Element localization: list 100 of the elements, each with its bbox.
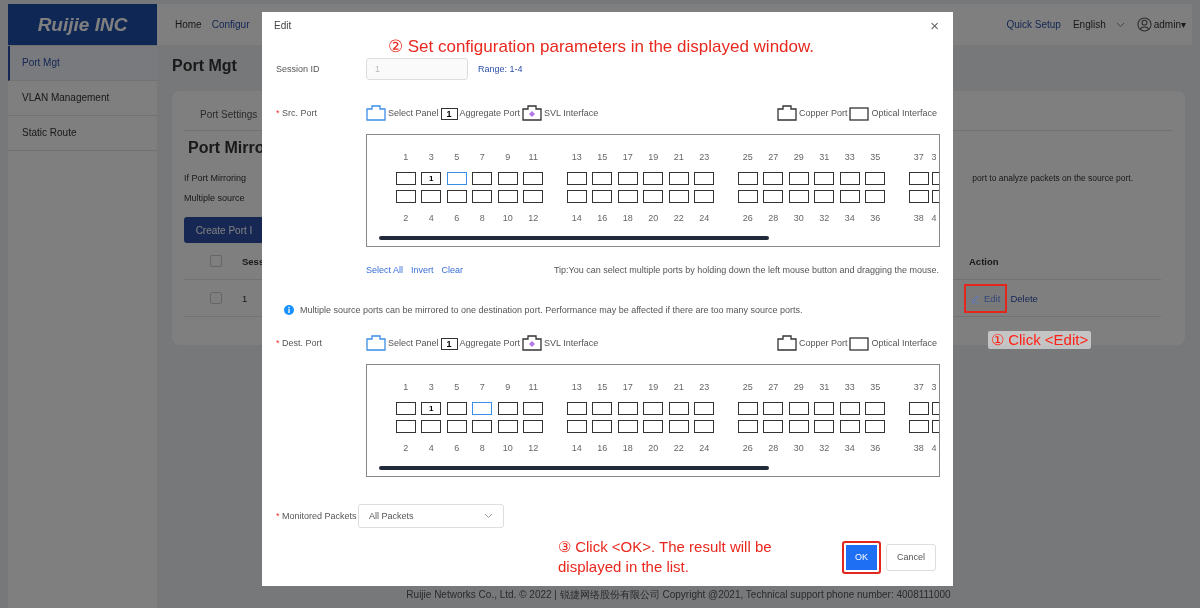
port-box[interactable] <box>788 190 809 203</box>
port-box[interactable] <box>668 190 689 203</box>
checkbox[interactable] <box>210 255 222 267</box>
port-box[interactable] <box>763 402 784 415</box>
port-box[interactable] <box>908 402 929 415</box>
port-box[interactable] <box>737 402 758 415</box>
port-box[interactable] <box>617 420 638 433</box>
nav-link[interactable]: Home <box>175 19 202 30</box>
language-select[interactable]: English <box>1072 19 1106 30</box>
port-box[interactable] <box>643 172 664 185</box>
port-box[interactable] <box>737 172 758 185</box>
port-box[interactable] <box>395 402 416 415</box>
action-link[interactable]: Delete <box>1010 292 1038 304</box>
port-box[interactable] <box>592 402 613 415</box>
port-box[interactable] <box>865 190 886 203</box>
port-box[interactable] <box>497 402 518 415</box>
port-box[interactable] <box>865 172 886 185</box>
chevron-down-icon[interactable] <box>1115 21 1125 28</box>
checkbox[interactable] <box>210 292 222 304</box>
port-box[interactable] <box>497 190 518 203</box>
port-box[interactable] <box>643 190 664 203</box>
port-box[interactable] <box>788 402 809 415</box>
port-box[interactable] <box>472 172 493 185</box>
port-box[interactable] <box>931 402 939 415</box>
port-box[interactable] <box>865 402 886 415</box>
panel-link[interactable]: Select All <box>366 265 404 275</box>
user-icon[interactable] <box>1136 17 1152 32</box>
port-box[interactable] <box>931 190 939 203</box>
port-box[interactable] <box>668 420 689 433</box>
port-box[interactable] <box>694 402 715 415</box>
port-box[interactable] <box>566 172 587 185</box>
port-box[interactable] <box>814 420 835 433</box>
port-box[interactable] <box>446 190 467 203</box>
port-box[interactable] <box>814 172 835 185</box>
port-box[interactable] <box>763 420 784 433</box>
port-box[interactable] <box>763 190 784 203</box>
port-box[interactable] <box>763 172 784 185</box>
port-box[interactable] <box>694 172 715 185</box>
port-box[interactable] <box>694 420 715 433</box>
quick-setup-link[interactable]: Quick Setup <box>1006 19 1061 30</box>
port-box[interactable] <box>523 190 544 203</box>
port-box[interactable] <box>839 172 860 185</box>
port-box[interactable] <box>839 420 860 433</box>
port-box[interactable] <box>737 190 758 203</box>
port-box[interactable]: 1 <box>421 402 442 415</box>
port-box[interactable] <box>908 172 929 185</box>
port-box[interactable] <box>395 190 416 203</box>
port-box[interactable]: 1 <box>421 172 442 185</box>
nav-link[interactable]: Configur <box>211 19 250 30</box>
user-menu[interactable]: admin▾ <box>1153 19 1186 30</box>
panel-link[interactable]: Clear <box>441 265 464 275</box>
port-box[interactable] <box>395 420 416 433</box>
ok-button[interactable]: OK <box>842 540 881 574</box>
tab[interactable]: Port Settings <box>200 109 258 120</box>
packets-select[interactable]: All Packets <box>358 504 504 528</box>
port-box[interactable] <box>643 402 664 415</box>
port-box[interactable] <box>395 172 416 185</box>
port-box[interactable] <box>908 190 929 203</box>
port-box[interactable] <box>931 420 939 433</box>
port-box[interactable] <box>421 190 442 203</box>
port-box[interactable] <box>668 172 689 185</box>
port-box[interactable] <box>566 402 587 415</box>
port-box[interactable] <box>523 402 544 415</box>
port-box[interactable] <box>497 172 518 185</box>
port-box[interactable] <box>737 420 758 433</box>
port-box[interactable] <box>523 420 544 433</box>
port-box[interactable] <box>788 420 809 433</box>
port-box[interactable] <box>566 190 587 203</box>
sidebar-item[interactable]: VLAN Management <box>8 81 157 116</box>
port-box[interactable] <box>814 402 835 415</box>
port-box[interactable] <box>446 402 467 415</box>
port-box[interactable] <box>694 190 715 203</box>
port-box[interactable] <box>668 402 689 415</box>
port-box[interactable] <box>472 190 493 203</box>
port-box[interactable] <box>814 190 835 203</box>
port-box[interactable] <box>523 172 544 185</box>
port-box[interactable] <box>497 420 518 433</box>
port-box[interactable] <box>839 190 860 203</box>
port-box[interactable] <box>788 172 809 185</box>
port-box[interactable] <box>617 402 638 415</box>
port-box[interactable] <box>592 190 613 203</box>
panel-link[interactable]: Invert <box>411 265 434 275</box>
port-box[interactable] <box>446 420 467 433</box>
scrollbar[interactable] <box>379 236 769 240</box>
close-button[interactable]: × <box>930 20 939 32</box>
port-box[interactable] <box>931 172 939 185</box>
create-button[interactable]: Create Port I <box>184 217 264 243</box>
port-box[interactable] <box>566 420 587 433</box>
port-box[interactable] <box>643 420 664 433</box>
sidebar-item[interactable]: Port Mgt <box>8 46 157 81</box>
scrollbar[interactable] <box>379 466 769 470</box>
sidebar-item[interactable]: Static Route <box>8 116 157 151</box>
port-box[interactable] <box>592 420 613 433</box>
port-box[interactable] <box>617 190 638 203</box>
port-box[interactable] <box>592 172 613 185</box>
port-box[interactable] <box>472 420 493 433</box>
port-box[interactable] <box>421 420 442 433</box>
port-box[interactable] <box>839 402 860 415</box>
port-box[interactable] <box>617 172 638 185</box>
port-box[interactable] <box>908 420 929 433</box>
